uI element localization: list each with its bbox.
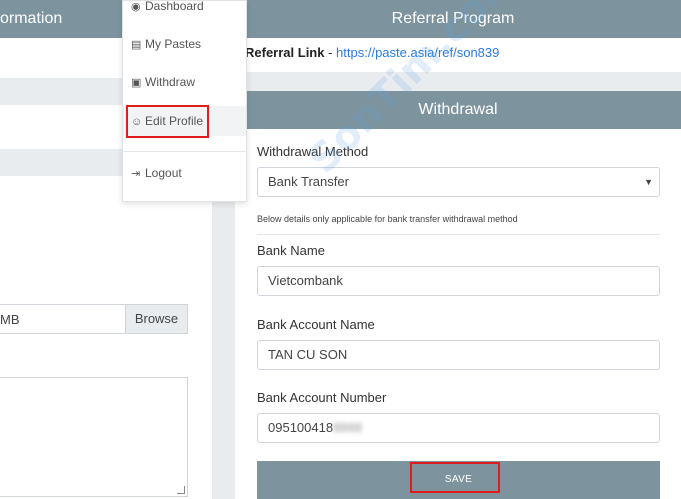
bank-account-number-value: 095100418 (268, 420, 334, 435)
dashboard-icon: ◉ (131, 1, 141, 13)
menu-item-dashboard[interactable]: ◉ Dashboard (123, 0, 246, 21)
bank-account-number-redacted: 8888 (333, 420, 362, 435)
bank-account-name-label: Bank Account Name (257, 317, 375, 332)
bank-name-field[interactable]: Vietcombank (257, 266, 660, 296)
referral-link-label: Referral Link (245, 45, 325, 60)
menu-item-label: Logout (145, 166, 182, 180)
bank-name-value: Vietcombank (268, 273, 343, 288)
referral-program-card: Referral Program Referral Link - https:/… (225, 0, 681, 72)
bank-account-number-label: Bank Account Number (257, 390, 387, 405)
file-input-text: MB (0, 312, 20, 327)
menu-item-withdraw[interactable]: ▣ Withdraw (123, 67, 246, 97)
menu-item-my-pastes[interactable]: ▤ My Pastes (123, 29, 246, 59)
bank-account-name-field[interactable]: TAN CU SON (257, 340, 660, 370)
menu-item-label: Dashboard (145, 0, 204, 13)
resize-handle-icon[interactable] (177, 486, 185, 494)
file-input[interactable]: MB Browse (0, 304, 188, 334)
caret-down-icon: ▼ (644, 177, 653, 187)
menu-item-logout[interactable]: ⇥ Logout (123, 158, 246, 188)
referral-link-row: Referral Link - https://paste.asia/ref/s… (225, 38, 681, 60)
withdrawal-card: Withdrawal Withdrawal Method Bank Transf… (235, 91, 681, 499)
logout-icon: ⇥ (131, 168, 141, 180)
bank-account-number-field[interactable]: 0951004188888 (257, 413, 660, 443)
menu-item-label: My Pastes (145, 37, 202, 51)
save-highlight-box (410, 462, 500, 493)
profile-textarea[interactable] (0, 377, 188, 497)
withdrawal-card-header: Withdrawal (235, 91, 681, 129)
edit-profile-highlight-box (126, 105, 209, 138)
bank-account-name-value: TAN CU SON (268, 347, 348, 362)
user-dropdown-menu: ◉ Dashboard ▤ My Pastes ▣ Withdraw ☺ Edit Pr… (122, 0, 247, 202)
withdrawal-method-select[interactable]: Bank Transfer ▼ (257, 167, 660, 197)
pastes-icon: ▤ (131, 39, 142, 51)
referral-card-header: Referral Program (225, 0, 681, 38)
menu-divider (123, 151, 246, 152)
withdrawal-method-value: Bank Transfer (268, 174, 349, 189)
browse-button[interactable]: Browse (125, 305, 187, 333)
bank-name-label: Bank Name (257, 243, 325, 258)
withdrawal-method-label: Withdrawal Method (257, 144, 369, 159)
referral-link[interactable]: https://paste.asia/ref/son839 (336, 45, 499, 60)
menu-item-label: Withdraw (145, 75, 196, 89)
referral-link-separator: - (324, 45, 337, 60)
bank-transfer-note: Below details only applicable for bank t… (257, 214, 518, 224)
divider (257, 234, 660, 235)
withdraw-icon: ▣ (131, 77, 142, 89)
